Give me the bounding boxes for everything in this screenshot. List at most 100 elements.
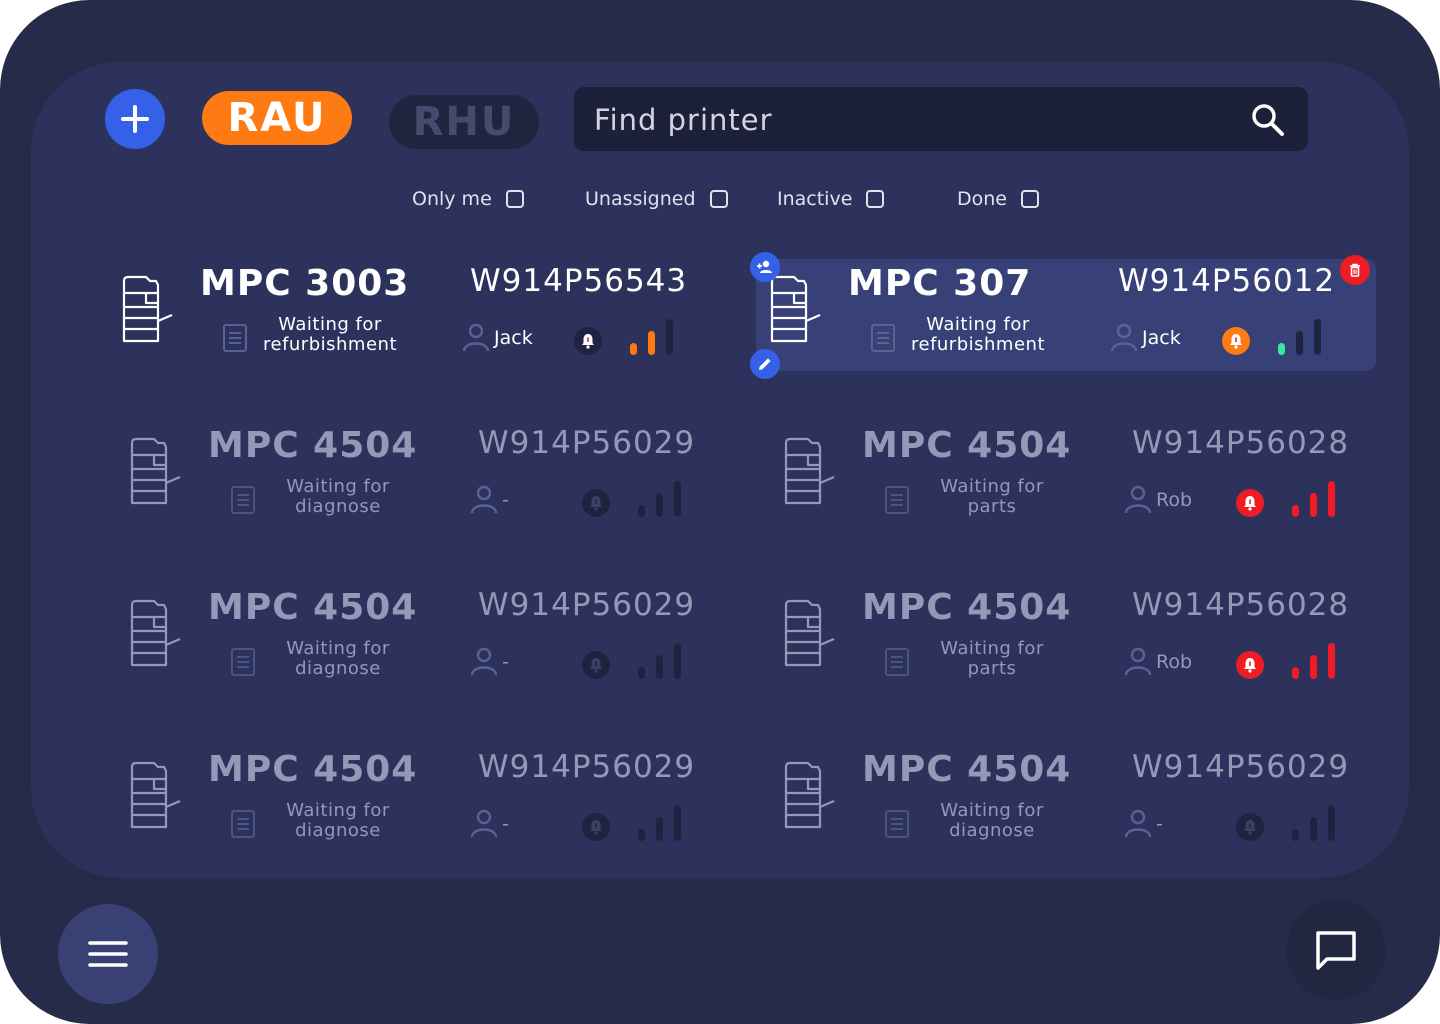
assignee-name: -: [502, 813, 509, 835]
signal-bar: [1278, 343, 1285, 355]
printer-model: MPC 4504: [862, 749, 1072, 790]
status-line: refurbishment: [262, 334, 397, 355]
add-person-icon: [757, 260, 772, 273]
tag-rhu[interactable]: RHU: [389, 95, 539, 149]
bell-alert-icon: [590, 496, 602, 511]
user-icon: [470, 485, 498, 514]
menu-button[interactable]: [58, 904, 158, 1004]
status-line: diagnose: [949, 820, 1035, 841]
signal-bar: [1314, 319, 1321, 355]
bell-alert-icon: [1244, 658, 1256, 673]
app-frame: RAU RHU Only me Unassigned Inactive Done: [0, 0, 1440, 1024]
hamburger-menu-icon: [88, 941, 128, 967]
filter-done[interactable]: Done: [957, 186, 1039, 212]
add-printer-button[interactable]: [105, 89, 165, 149]
printer-status: Waiting for diagnose: [920, 801, 1064, 841]
printer-card[interactable]: MPC 4504 W914P56029 Waiting for diagnose…: [770, 745, 1390, 857]
signal-bar: [1328, 481, 1335, 517]
printer-card[interactable]: MPC 4504 W914P56029 Waiting for diagnose…: [116, 745, 736, 857]
signal-bar: [638, 505, 645, 517]
assign-user-button[interactable]: [750, 252, 780, 282]
unassigned-checkbox[interactable]: [709, 190, 728, 208]
signal-bar: [1310, 817, 1317, 841]
filter-inactive[interactable]: Inactive: [777, 186, 885, 212]
chat-button[interactable]: [1286, 900, 1386, 1000]
signal-bar: [1292, 829, 1299, 841]
assignee-name: Rob: [1156, 651, 1193, 673]
bell-alert-icon: [582, 334, 594, 349]
printer-card[interactable]: MPC 4504 W914P56029 Waiting for diagnose…: [116, 583, 736, 695]
alert-badge[interactable]: [1236, 489, 1264, 517]
printer-model: MPC 4504: [862, 587, 1072, 628]
done-checkbox[interactable]: [1021, 190, 1039, 208]
printer-card[interactable]: MPC 4504 W914P56028 Waiting for parts Ro…: [770, 421, 1390, 533]
document-icon: [885, 648, 909, 676]
printer-card-selected[interactable]: MPC 307 W914P56012 Waiting for refurbish…: [756, 259, 1376, 371]
search-icon[interactable]: [1248, 100, 1288, 140]
signal-bar: [648, 331, 655, 355]
signal-bar: [1292, 505, 1299, 517]
printer-icon: [130, 437, 181, 505]
bell-alert-icon: [1230, 334, 1242, 349]
alert-badge[interactable]: [574, 327, 602, 355]
alert-badge[interactable]: [582, 813, 610, 841]
status-line: Waiting for: [286, 638, 390, 659]
search-input[interactable]: [592, 99, 1226, 141]
alert-badge[interactable]: [1222, 327, 1250, 355]
signal-bar: [638, 829, 645, 841]
signal-bar: [674, 805, 681, 841]
status-line: diagnose: [295, 496, 381, 517]
priority-signal: [638, 479, 690, 517]
printer-icon: [770, 275, 821, 343]
signal-bar: [630, 343, 637, 355]
assignee-name: Rob: [1156, 489, 1193, 511]
printer-card[interactable]: MPC 4504 W914P56028 Waiting for parts Ro…: [770, 583, 1390, 695]
document-icon: [885, 810, 909, 838]
priority-signal: [1292, 803, 1344, 841]
alert-badge[interactable]: [582, 489, 610, 517]
only-me-checkbox[interactable]: [505, 190, 524, 208]
priority-signal: [638, 803, 690, 841]
signal-bar: [656, 817, 663, 841]
signal-bar: [666, 319, 673, 355]
status-line: Waiting for: [940, 800, 1044, 821]
signal-bar: [638, 667, 645, 679]
alert-badge[interactable]: [582, 651, 610, 679]
tag-rau[interactable]: RAU: [202, 91, 352, 145]
printer-icon: [122, 275, 173, 343]
printer-status: Waiting for parts: [920, 639, 1064, 679]
delete-button[interactable]: [1340, 255, 1370, 285]
printer-card[interactable]: MPC 4504 W914P56029 Waiting for diagnose…: [116, 421, 736, 533]
printer-serial: W914P56028: [1132, 425, 1350, 461]
priority-signal: [1292, 479, 1344, 517]
document-icon: [885, 486, 909, 514]
filter-label: Done: [957, 188, 1007, 210]
signal-bar: [656, 493, 663, 517]
status-line: diagnose: [295, 820, 381, 841]
user-icon: [1110, 323, 1138, 352]
status-line: refurbishment: [910, 334, 1045, 355]
printer-icon: [784, 437, 835, 505]
signal-bar: [1292, 667, 1299, 679]
printer-status: Waiting for diagnose: [266, 801, 410, 841]
printer-serial: W914P56029: [478, 425, 696, 461]
priority-signal: [630, 317, 682, 355]
signal-bar: [656, 655, 663, 679]
inactive-checkbox[interactable]: [866, 190, 885, 208]
alert-badge[interactable]: [1236, 813, 1264, 841]
printer-icon: [784, 761, 835, 829]
edit-button[interactable]: [750, 349, 780, 379]
filter-only-me[interactable]: Only me: [412, 186, 524, 212]
alert-badge[interactable]: [1236, 651, 1264, 679]
printer-serial: W914P56028: [1132, 587, 1350, 623]
assignee-name: -: [1156, 813, 1163, 835]
assignee-name: Jack: [1142, 327, 1181, 349]
filter-unassigned[interactable]: Unassigned: [585, 186, 728, 212]
signal-bar: [674, 481, 681, 517]
status-line: Waiting for: [278, 314, 382, 335]
chat-bubble-icon: [1316, 931, 1356, 970]
printer-icon: [130, 761, 181, 829]
printer-card[interactable]: MPC 3003 W914P56543 Waiting for refurbis…: [108, 259, 728, 371]
printer-serial: W914P56543: [470, 263, 688, 299]
printer-model: MPC 4504: [862, 425, 1072, 466]
